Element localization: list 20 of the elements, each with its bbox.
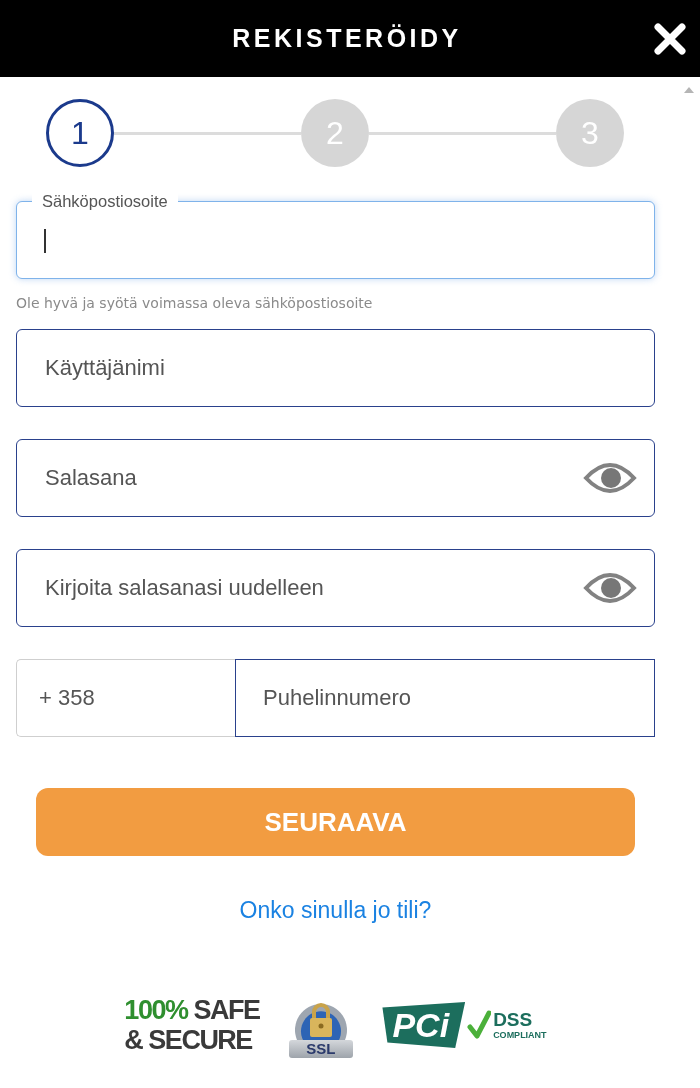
safe-secure-badge-text: 100% SAFE & SECURE xyxy=(124,995,260,1055)
phone-number-field[interactable]: Puhelinnumero xyxy=(235,659,655,737)
dialog-title: REKISTERÖIDY xyxy=(232,24,462,53)
step-circle: 1 xyxy=(46,99,114,167)
compliant-text: COMPLIANT xyxy=(493,1029,547,1041)
password-field[interactable]: Kirjoita salasanasi uudelleen xyxy=(16,549,655,627)
username-field[interactable]: Käyttäjänimi xyxy=(16,329,655,407)
eye-icon[interactable] xyxy=(583,571,637,605)
country-code-selector[interactable]: + 358 xyxy=(16,659,235,737)
ssl-label: SSL xyxy=(288,1040,353,1058)
eye-icon[interactable] xyxy=(583,461,637,495)
next-button[interactable]: SEURAAVA xyxy=(36,788,635,856)
field-hint: Ole hyvä ja syötä voimassa oleva sähköpostiosoite xyxy=(16,294,374,313)
checkmark-icon xyxy=(467,1010,492,1040)
pci-logo-text: PCi xyxy=(382,1002,466,1048)
text-cursor xyxy=(44,229,46,253)
close-icon[interactable] xyxy=(653,22,687,56)
login-link[interactable]: Onko sinulla jo tili? xyxy=(239,897,432,923)
dss-text: DSS xyxy=(493,1009,534,1030)
password-field[interactable]: Salasana xyxy=(16,439,655,517)
